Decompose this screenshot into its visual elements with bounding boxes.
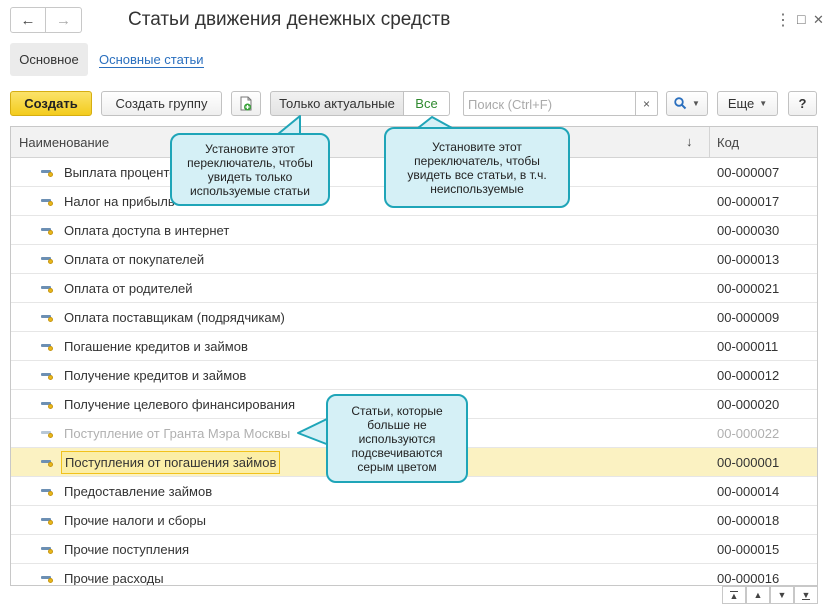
callout-arrows — [271, 115, 453, 446]
callout-grey-rows: Статьи, которые больше не используются п… — [326, 394, 468, 483]
callout-only-actual: Установите этот переключатель, чтобы уви… — [170, 133, 330, 206]
callout-all: Установите этот переключатель, чтобы уви… — [384, 127, 570, 208]
